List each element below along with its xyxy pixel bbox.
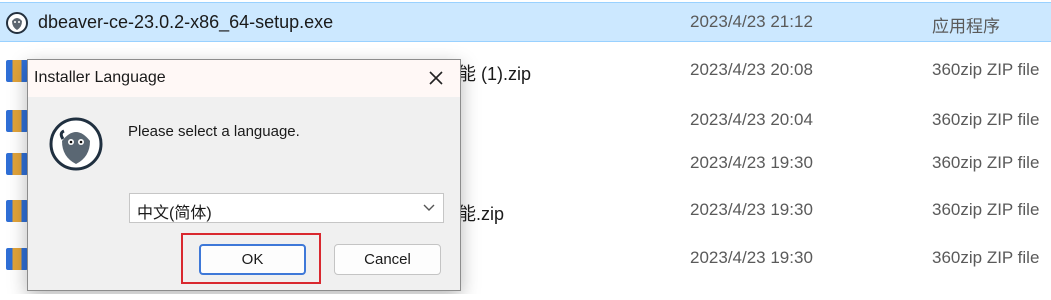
- dialog-titlebar[interactable]: Installer Language: [28, 60, 460, 97]
- file-name: 能 (1).zip: [458, 64, 532, 84]
- file-type: 应用程序: [932, 17, 1000, 36]
- file-type: 360zip ZIP file: [932, 153, 1040, 172]
- zip-icon: [6, 248, 28, 270]
- cancel-button[interactable]: Cancel: [334, 244, 441, 275]
- dialog-title: Installer Language: [34, 69, 166, 86]
- file-name: 能.zip: [458, 204, 505, 224]
- file-date: 2023/4/23 20:04: [690, 110, 813, 129]
- language-select-value: 中文(简体): [137, 205, 212, 222]
- dbeaver-icon: [6, 12, 28, 34]
- list-bottom-edge: [0, 294, 1051, 300]
- file-type: 360zip ZIP file: [932, 110, 1040, 129]
- dialog-prompt: Please select a language.: [128, 123, 300, 140]
- close-icon[interactable]: [426, 68, 446, 88]
- zip-icon: [6, 200, 28, 222]
- zip-icon: [6, 153, 28, 175]
- file-name: dbeaver-ce-23.0.2-x86_64-setup.exe: [38, 12, 334, 32]
- file-date: 2023/4/23 19:30: [690, 200, 813, 219]
- file-date: 2023/4/23 19:30: [690, 153, 813, 172]
- file-type: 360zip ZIP file: [932, 248, 1040, 267]
- file-date: 2023/4/23 20:08: [690, 60, 813, 79]
- installer-language-dialog: Installer Language Please select a langu…: [27, 59, 461, 291]
- file-type: 360zip ZIP file: [932, 60, 1040, 79]
- dbeaver-icon: [49, 117, 103, 171]
- file-date: 2023/4/23 21:12: [690, 12, 813, 31]
- file-date: 2023/4/23 19:30: [690, 248, 813, 267]
- zip-icon: [6, 60, 28, 82]
- file-row[interactable]: dbeaver-ce-23.0.2-x86_64-setup.exe 2023/…: [0, 2, 1051, 42]
- file-type: 360zip ZIP file: [932, 200, 1040, 219]
- chevron-down-icon: [423, 204, 435, 211]
- language-select[interactable]: 中文(简体): [129, 193, 444, 223]
- zip-icon: [6, 110, 28, 132]
- ok-button[interactable]: OK: [199, 244, 306, 275]
